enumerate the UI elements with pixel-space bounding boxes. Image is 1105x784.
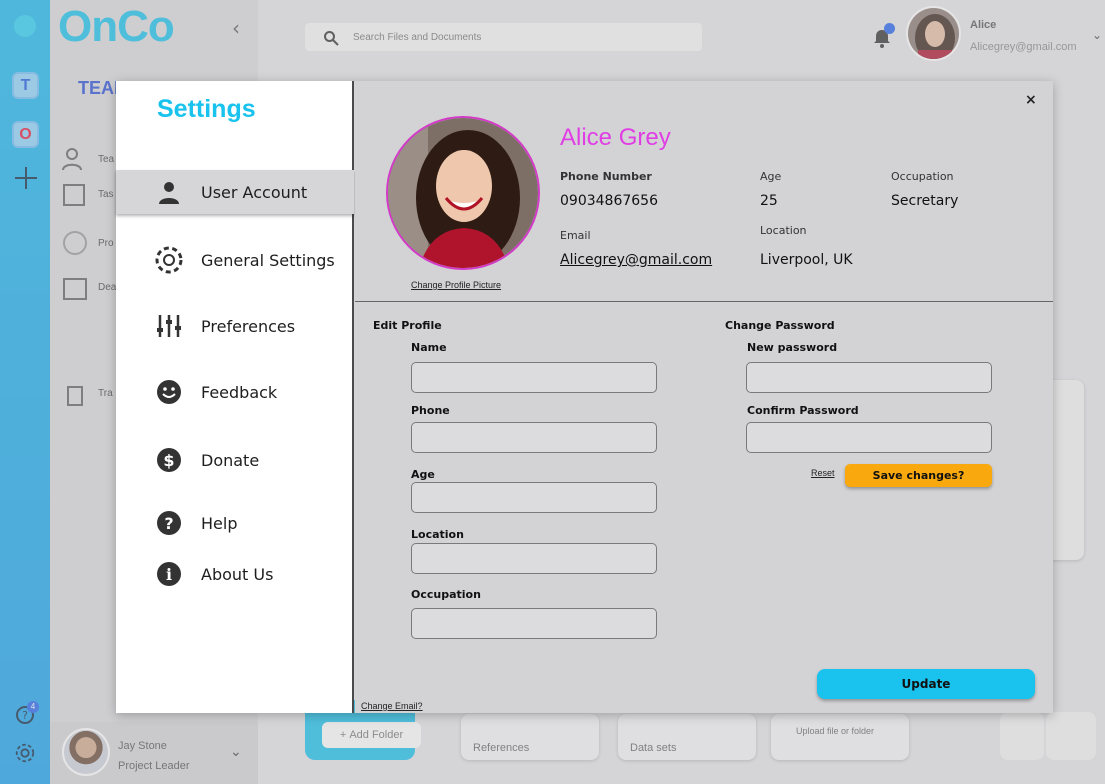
settings-menu-label: User Account	[201, 182, 308, 202]
svg-text:?: ?	[164, 514, 173, 533]
settings-menu-label: Help	[201, 513, 238, 533]
age-field-label: Age	[411, 468, 435, 481]
settings-title: Settings	[157, 95, 256, 123]
location-label: Location	[760, 224, 807, 237]
save-changes-button[interactable]: Save changes?	[845, 464, 992, 487]
settings-menu-general[interactable]: General Settings	[116, 238, 354, 282]
change-email-link[interactable]: Change Email?	[361, 701, 423, 711]
confirm-password-field[interactable]	[746, 422, 992, 453]
name-field[interactable]	[411, 362, 657, 393]
profile-picture[interactable]	[386, 116, 540, 270]
reset-link[interactable]: Reset	[811, 468, 835, 478]
occupation-field-label: Occupation	[411, 588, 481, 601]
dollar-icon: $	[152, 443, 186, 477]
new-password-field[interactable]	[746, 362, 992, 393]
person-icon	[152, 175, 186, 209]
settings-modal: Settings User Account General Settings P…	[116, 81, 1053, 713]
update-button[interactable]: Update	[817, 669, 1035, 699]
question-icon: ?	[152, 506, 186, 540]
age-label: Age	[760, 170, 782, 183]
phone-label: Phone Number	[560, 170, 652, 183]
edit-profile-title: Edit Profile	[373, 319, 442, 332]
settings-menu-feedback[interactable]: Feedback	[116, 370, 354, 414]
svg-text:i: i	[166, 565, 172, 584]
close-icon[interactable]: ×	[1025, 92, 1037, 108]
smiley-icon	[152, 375, 186, 409]
settings-menu-label: About Us	[201, 564, 274, 584]
settings-menu-label: Feedback	[201, 382, 278, 402]
settings-menu-about[interactable]: i About Us	[116, 552, 354, 596]
info-icon: i	[152, 557, 186, 591]
age-value: 25	[760, 193, 778, 209]
age-field[interactable]	[411, 482, 657, 513]
change-profile-picture-link[interactable]: Change Profile Picture	[411, 280, 501, 290]
settings-menu-user-account[interactable]: User Account	[116, 170, 354, 214]
settings-menu-label: General Settings	[201, 250, 335, 270]
phone-value: 09034867656	[560, 193, 658, 209]
settings-sidebar: Settings User Account General Settings P…	[116, 81, 354, 713]
sliders-icon	[152, 309, 186, 343]
settings-menu-donate[interactable]: $ Donate	[116, 438, 354, 482]
location-field[interactable]	[411, 543, 657, 574]
occupation-value: Secretary	[891, 193, 959, 209]
email-label: Email	[560, 229, 591, 242]
phone-field-label: Phone	[411, 404, 450, 417]
name-field-label: Name	[411, 341, 447, 354]
profile-name: Alice Grey	[560, 124, 671, 151]
svg-text:$: $	[163, 451, 174, 470]
settings-menu-label: Preferences	[201, 316, 296, 336]
change-password-title: Change Password	[725, 319, 835, 332]
confirm-password-label: Confirm Password	[747, 404, 859, 417]
phone-field[interactable]	[411, 422, 657, 453]
location-value: Liverpool, UK	[760, 252, 853, 268]
divider	[355, 301, 1053, 302]
settings-menu-help[interactable]: ? Help	[116, 501, 354, 545]
email-value[interactable]: Alicegrey@gmail.com	[560, 252, 712, 268]
settings-menu-preferences[interactable]: Preferences	[116, 304, 354, 348]
occupation-label: Occupation	[891, 170, 954, 183]
gear-icon	[152, 243, 186, 277]
new-password-label: New password	[747, 341, 838, 354]
location-field-label: Location	[411, 528, 464, 541]
settings-menu-label: Donate	[201, 450, 260, 470]
occupation-field[interactable]	[411, 608, 657, 639]
settings-content: × Change Profile Picture Alice Grey Phon…	[355, 81, 1053, 713]
